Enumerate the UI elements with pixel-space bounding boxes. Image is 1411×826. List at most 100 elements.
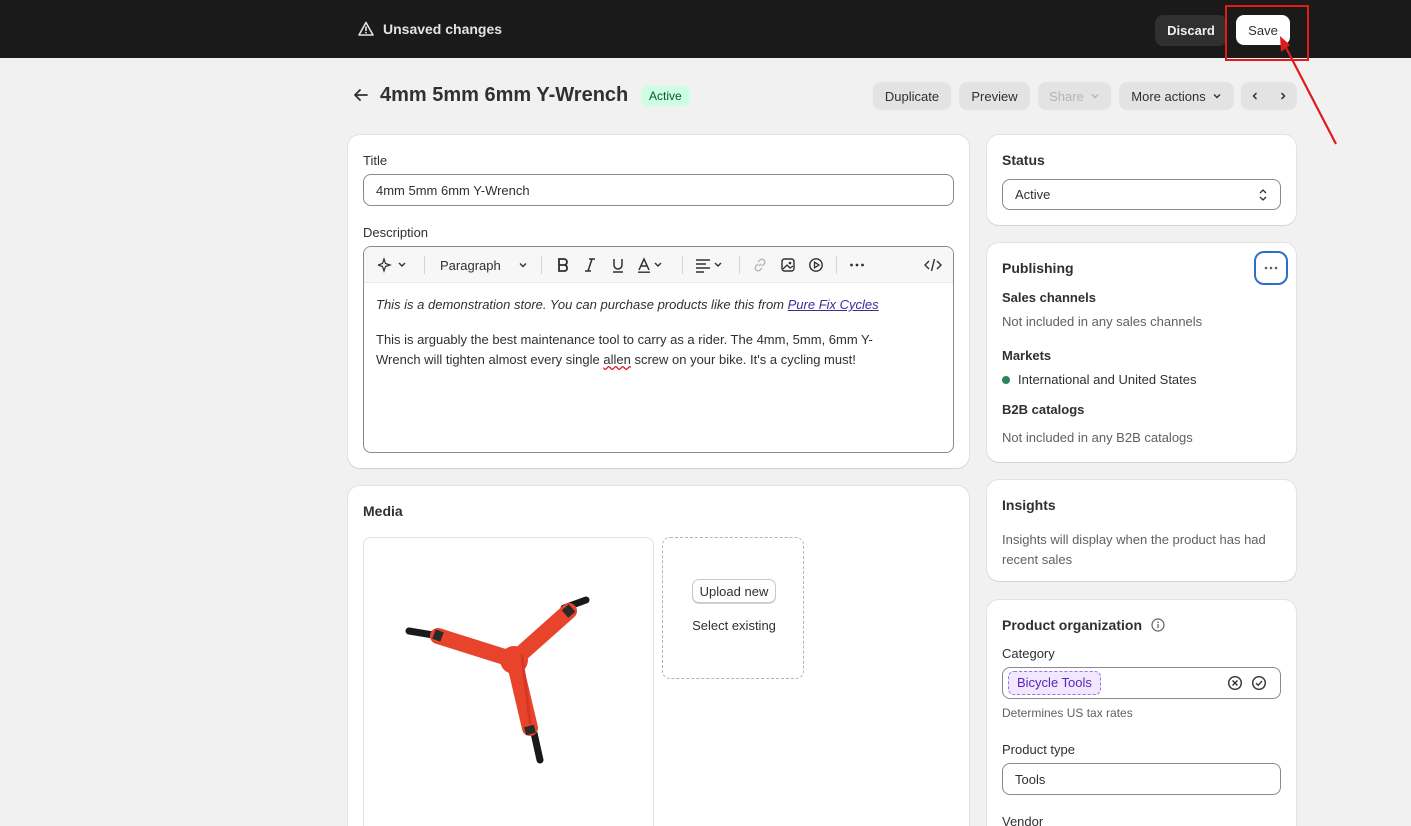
description-line1-text: This is a demonstration store. You can p… [376,297,788,312]
back-arrow-icon[interactable] [352,86,370,104]
chevron-down-icon [519,263,527,268]
italic-icon [585,258,595,272]
link-icon [754,258,766,272]
description-label: Description [363,225,429,240]
duplicate-button[interactable]: Duplicate [873,82,951,110]
market-status-dot [1002,376,1010,384]
ai-magic-button[interactable] [376,256,410,274]
y-wrench-image-icon [405,596,590,764]
category-tag[interactable]: Bicycle Tools [1008,671,1101,695]
product-type-input[interactable]: Tools [1002,763,1281,795]
page-title: 4mm 5mm 6mm Y-Wrench [380,84,629,106]
markets-label: Markets [1002,348,1052,363]
toolbar-divider [739,256,740,274]
previous-product-button[interactable] [1241,82,1269,110]
warning-icon [358,21,374,36]
publishing-heading: Publishing [1002,260,1074,276]
b2b-catalogs-value: Not included in any B2B catalogs [1002,430,1193,445]
title-label: Title [363,153,388,168]
text-color-button[interactable] [637,256,667,274]
sparkle-icon [378,257,406,273]
image-icon [781,258,795,272]
media-dropzone[interactable]: Upload new Select existing [662,537,804,679]
text-color-icon [638,257,662,273]
toolbar-divider [424,256,425,274]
status-select[interactable]: Active [1002,179,1281,210]
insert-image-button[interactable] [779,256,797,274]
chevron-down-icon [1091,94,1099,99]
product-pager [1241,82,1297,110]
top-bar: Unsaved changes Discard Save [0,0,1411,58]
status-select-value: Active [1015,187,1051,202]
code-icon [924,258,942,272]
upload-new-button[interactable]: Upload new [692,579,776,603]
title-input[interactable]: 4mm 5mm 6mm Y-Wrench [363,174,954,206]
share-button[interactable]: Share [1038,82,1111,110]
link-button[interactable] [751,256,769,274]
check-circle-icon[interactable] [1251,675,1267,691]
select-existing-link[interactable]: Select existing [663,618,805,633]
more-actions-label: More actions [1131,88,1206,104]
sales-channels-label: Sales channels [1002,290,1096,305]
category-label: Category [1002,646,1055,661]
product-image[interactable] [363,537,654,826]
category-help-text: Determines US tax rates [1002,706,1133,720]
paragraph-label: Paragraph [440,257,501,273]
align-left-icon [696,259,722,273]
info-icon[interactable] [1151,618,1165,632]
paragraph-select[interactable]: Paragraph [440,256,528,274]
media-heading: Media [363,503,403,519]
play-circle-icon [809,258,823,272]
vendor-label: Vendor [1002,814,1044,826]
insights-heading: Insights [1002,497,1056,513]
description-content[interactable]: This is a demonstration store. You can p… [376,295,913,385]
unsaved-changes-indicator: Unsaved changes [358,21,502,37]
toolbar-divider [541,256,542,274]
duplicate-label: Duplicate [884,88,940,104]
share-label: Share [1049,88,1084,104]
sales-channels-value: Not included in any sales channels [1002,314,1203,329]
underline-icon [613,259,623,273]
chevron-down-icon [1213,94,1221,99]
unsaved-changes-label: Unsaved changes [383,21,503,37]
title-input-value: 4mm 5mm 6mm Y-Wrench [376,182,530,198]
more-horizontal-icon [850,263,864,267]
toolbar-divider [836,256,837,274]
more-actions-button[interactable]: More actions [1119,82,1234,110]
html-view-button[interactable] [923,256,943,274]
description-editor[interactable]: Paragraph This is a demonstration store.… [363,246,954,453]
preview-label: Preview [971,88,1018,104]
b2b-catalogs-label: B2B catalogs [1002,402,1085,417]
italic-button[interactable] [581,256,599,274]
select-arrows-icon [1259,188,1267,201]
editor-toolbar: Paragraph [364,247,953,283]
publishing-more-button[interactable] [1254,251,1288,285]
status-badge: Active [641,86,690,106]
misspelled-word: allen [603,352,631,367]
discard-button[interactable]: Discard [1155,15,1227,46]
chevron-left-icon [1252,92,1258,100]
toolbar-divider [682,256,683,274]
product-organization-heading: Product organization [1002,617,1142,633]
bold-button[interactable] [554,256,572,274]
description-paragraph-1: This is a demonstration store. You can p… [376,295,913,315]
preview-button[interactable]: Preview [959,82,1030,110]
more-formatting-button[interactable] [848,256,866,274]
underline-button[interactable] [609,256,627,274]
more-horizontal-icon [1264,266,1278,270]
save-button[interactable]: Save [1236,15,1290,45]
description-para2-after: screw on your bike. It's a cycling must! [630,352,856,367]
product-type-label: Product type [1002,742,1075,757]
description-paragraph-2: This is arguably the best maintenance to… [376,330,913,370]
insights-text: Insights will display when the product h… [1002,532,1266,567]
next-product-button[interactable] [1269,82,1297,110]
markets-value: International and United States [1018,372,1197,387]
status-heading: Status [1002,152,1045,168]
pure-fix-cycles-link[interactable]: Pure Fix Cycles [788,297,879,312]
product-type-value: Tools [1015,771,1046,787]
bold-icon [558,258,568,272]
clear-circle-icon[interactable] [1227,675,1243,691]
chevron-right-icon [1280,92,1286,100]
insert-video-button[interactable] [807,256,825,274]
align-button[interactable] [695,256,727,274]
